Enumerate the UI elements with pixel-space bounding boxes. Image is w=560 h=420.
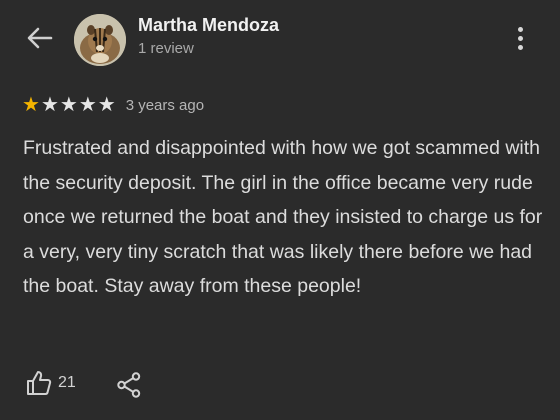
- review-count[interactable]: 1 review: [138, 40, 194, 57]
- share-button[interactable]: [116, 372, 142, 398]
- star-empty-icon: ★: [78, 94, 97, 116]
- like-button[interactable]: 21: [26, 370, 76, 396]
- arrow-left-icon: [27, 27, 53, 49]
- avatar[interactable]: [74, 14, 126, 66]
- more-vertical-icon-dot: [517, 44, 523, 50]
- back-button[interactable]: [18, 20, 62, 56]
- review-time: 3 years ago: [125, 96, 205, 114]
- share-icon: [117, 372, 141, 398]
- like-count: 21: [58, 374, 76, 391]
- star-empty-icon: ★: [97, 94, 116, 116]
- star-filled-icon: ★: [22, 94, 40, 116]
- more-vertical-icon: [517, 26, 523, 32]
- review-screen: Martha Mendoza 1 review ★ ★ ★ ★ ★ 3 years ag…: [0, 0, 560, 420]
- more-options-button[interactable]: [506, 22, 534, 54]
- author-name[interactable]: Martha Mendoza: [138, 15, 279, 36]
- thumbs-up-icon: [27, 371, 52, 395]
- more-vertical-icon-dot: [517, 35, 523, 41]
- chipmunk-avatar-image: [74, 14, 126, 66]
- star-rating: ★ ★ ★ ★ ★: [22, 95, 116, 115]
- rating-row: ★ ★ ★ ★ ★ 3 years ago: [22, 94, 204, 116]
- star-empty-icon: ★: [59, 94, 78, 116]
- star-empty-icon: ★: [40, 94, 59, 116]
- review-text: Frustrated and disappointed with how we …: [23, 137, 543, 297]
